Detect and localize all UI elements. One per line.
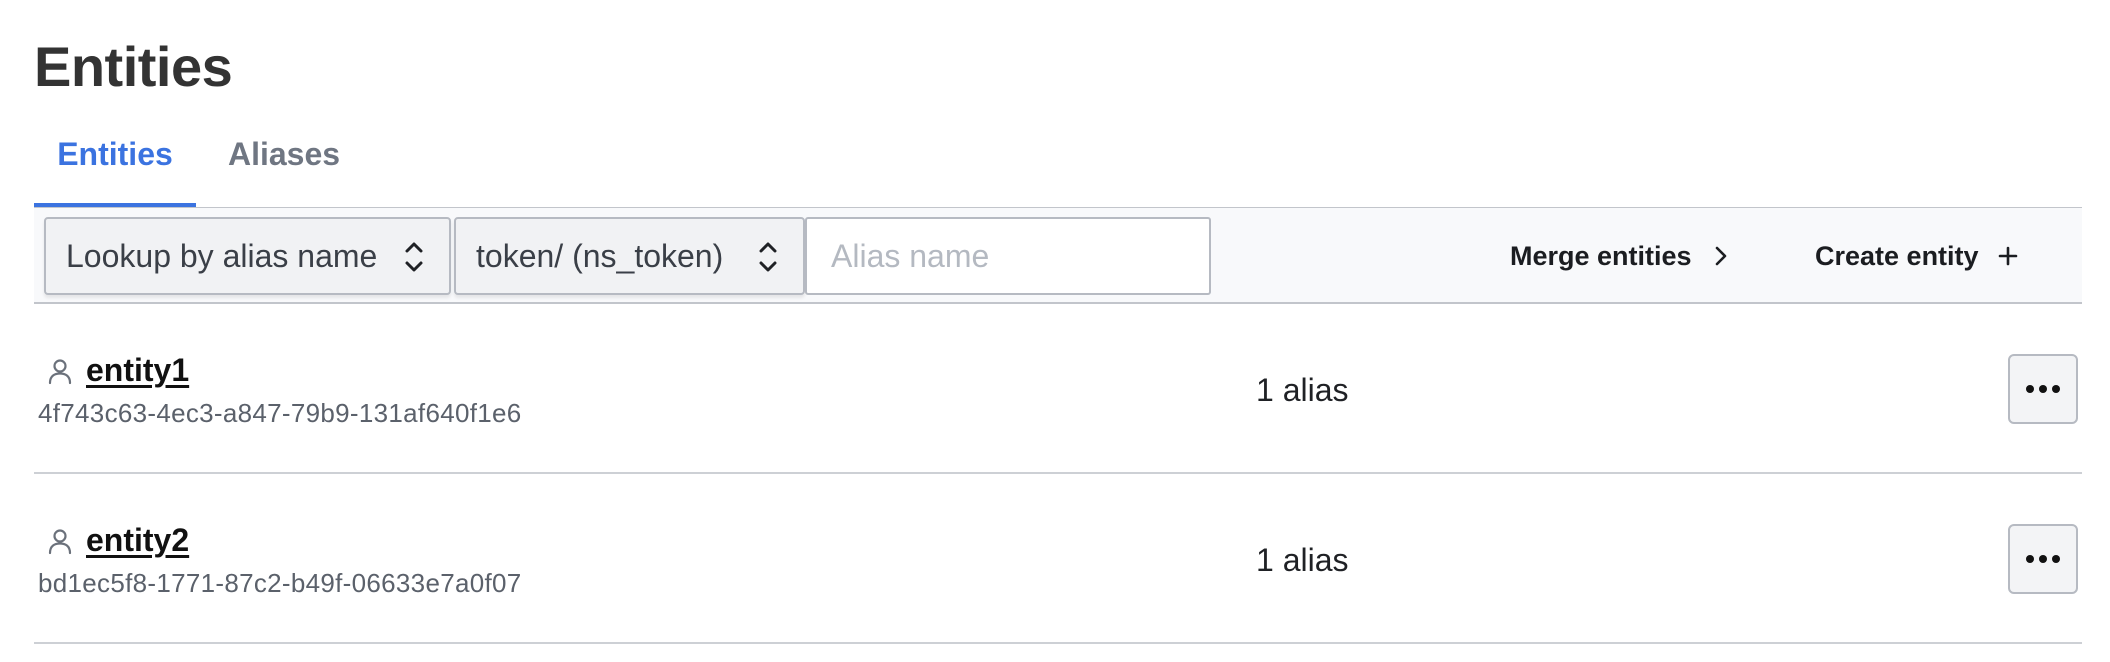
merge-entities-label: Merge entities — [1510, 240, 1692, 271]
chevron-up-down-icon — [405, 242, 423, 272]
create-entity-button[interactable]: Create entity — [1815, 230, 2019, 282]
page-title: Entities — [34, 35, 233, 98]
tab-entities[interactable]: Entities — [34, 126, 196, 207]
tab-bar: Entities Aliases — [34, 126, 2082, 208]
more-actions-button[interactable] — [2008, 524, 2078, 594]
alias-name-input[interactable] — [805, 217, 1211, 295]
merge-entities-button[interactable]: Merge entities — [1510, 230, 1732, 282]
entity-name: entity2 — [86, 522, 190, 558]
plus-icon — [1998, 246, 2017, 266]
toolbar: Lookup by alias name token/ (ns_token) M… — [34, 208, 2082, 304]
entity-link[interactable]: entity2 — [46, 522, 189, 559]
create-entity-label: Create entity — [1815, 240, 1979, 271]
lookup-type-value: Lookup by alias name — [66, 237, 378, 274]
entity-row[interactable]: entity1 4f743c63-4ec3-a847-79b9-131af640… — [34, 306, 2082, 474]
entity-id: 4f743c63-4ec3-a847-79b9-131af640f1e6 — [38, 398, 522, 428]
chevron-up-down-icon — [759, 242, 777, 272]
lookup-type-select[interactable]: Lookup by alias name — [44, 217, 451, 295]
person-icon — [48, 358, 72, 384]
tab-aliases[interactable]: Aliases — [220, 126, 348, 207]
alias-count: 1 alias — [1256, 542, 1349, 578]
more-actions-button[interactable] — [2008, 354, 2078, 424]
auth-mount-value: token/ (ns_token) — [476, 237, 724, 274]
entity-name: entity1 — [86, 352, 190, 388]
entity-row[interactable]: entity2 bd1ec5f8-1771-87c2-b49f-06633e7a… — [34, 476, 2082, 644]
more-horizontal-icon — [2026, 385, 2060, 393]
more-horizontal-icon — [2026, 555, 2060, 563]
entity-link[interactable]: entity1 — [46, 352, 189, 389]
chevron-right-icon — [1715, 246, 1726, 266]
person-icon — [48, 528, 72, 554]
alias-count: 1 alias — [1256, 372, 1349, 408]
entity-id: bd1ec5f8-1771-87c2-b49f-06633e7a0f07 — [38, 568, 522, 598]
auth-mount-select[interactable]: token/ (ns_token) — [454, 217, 805, 295]
